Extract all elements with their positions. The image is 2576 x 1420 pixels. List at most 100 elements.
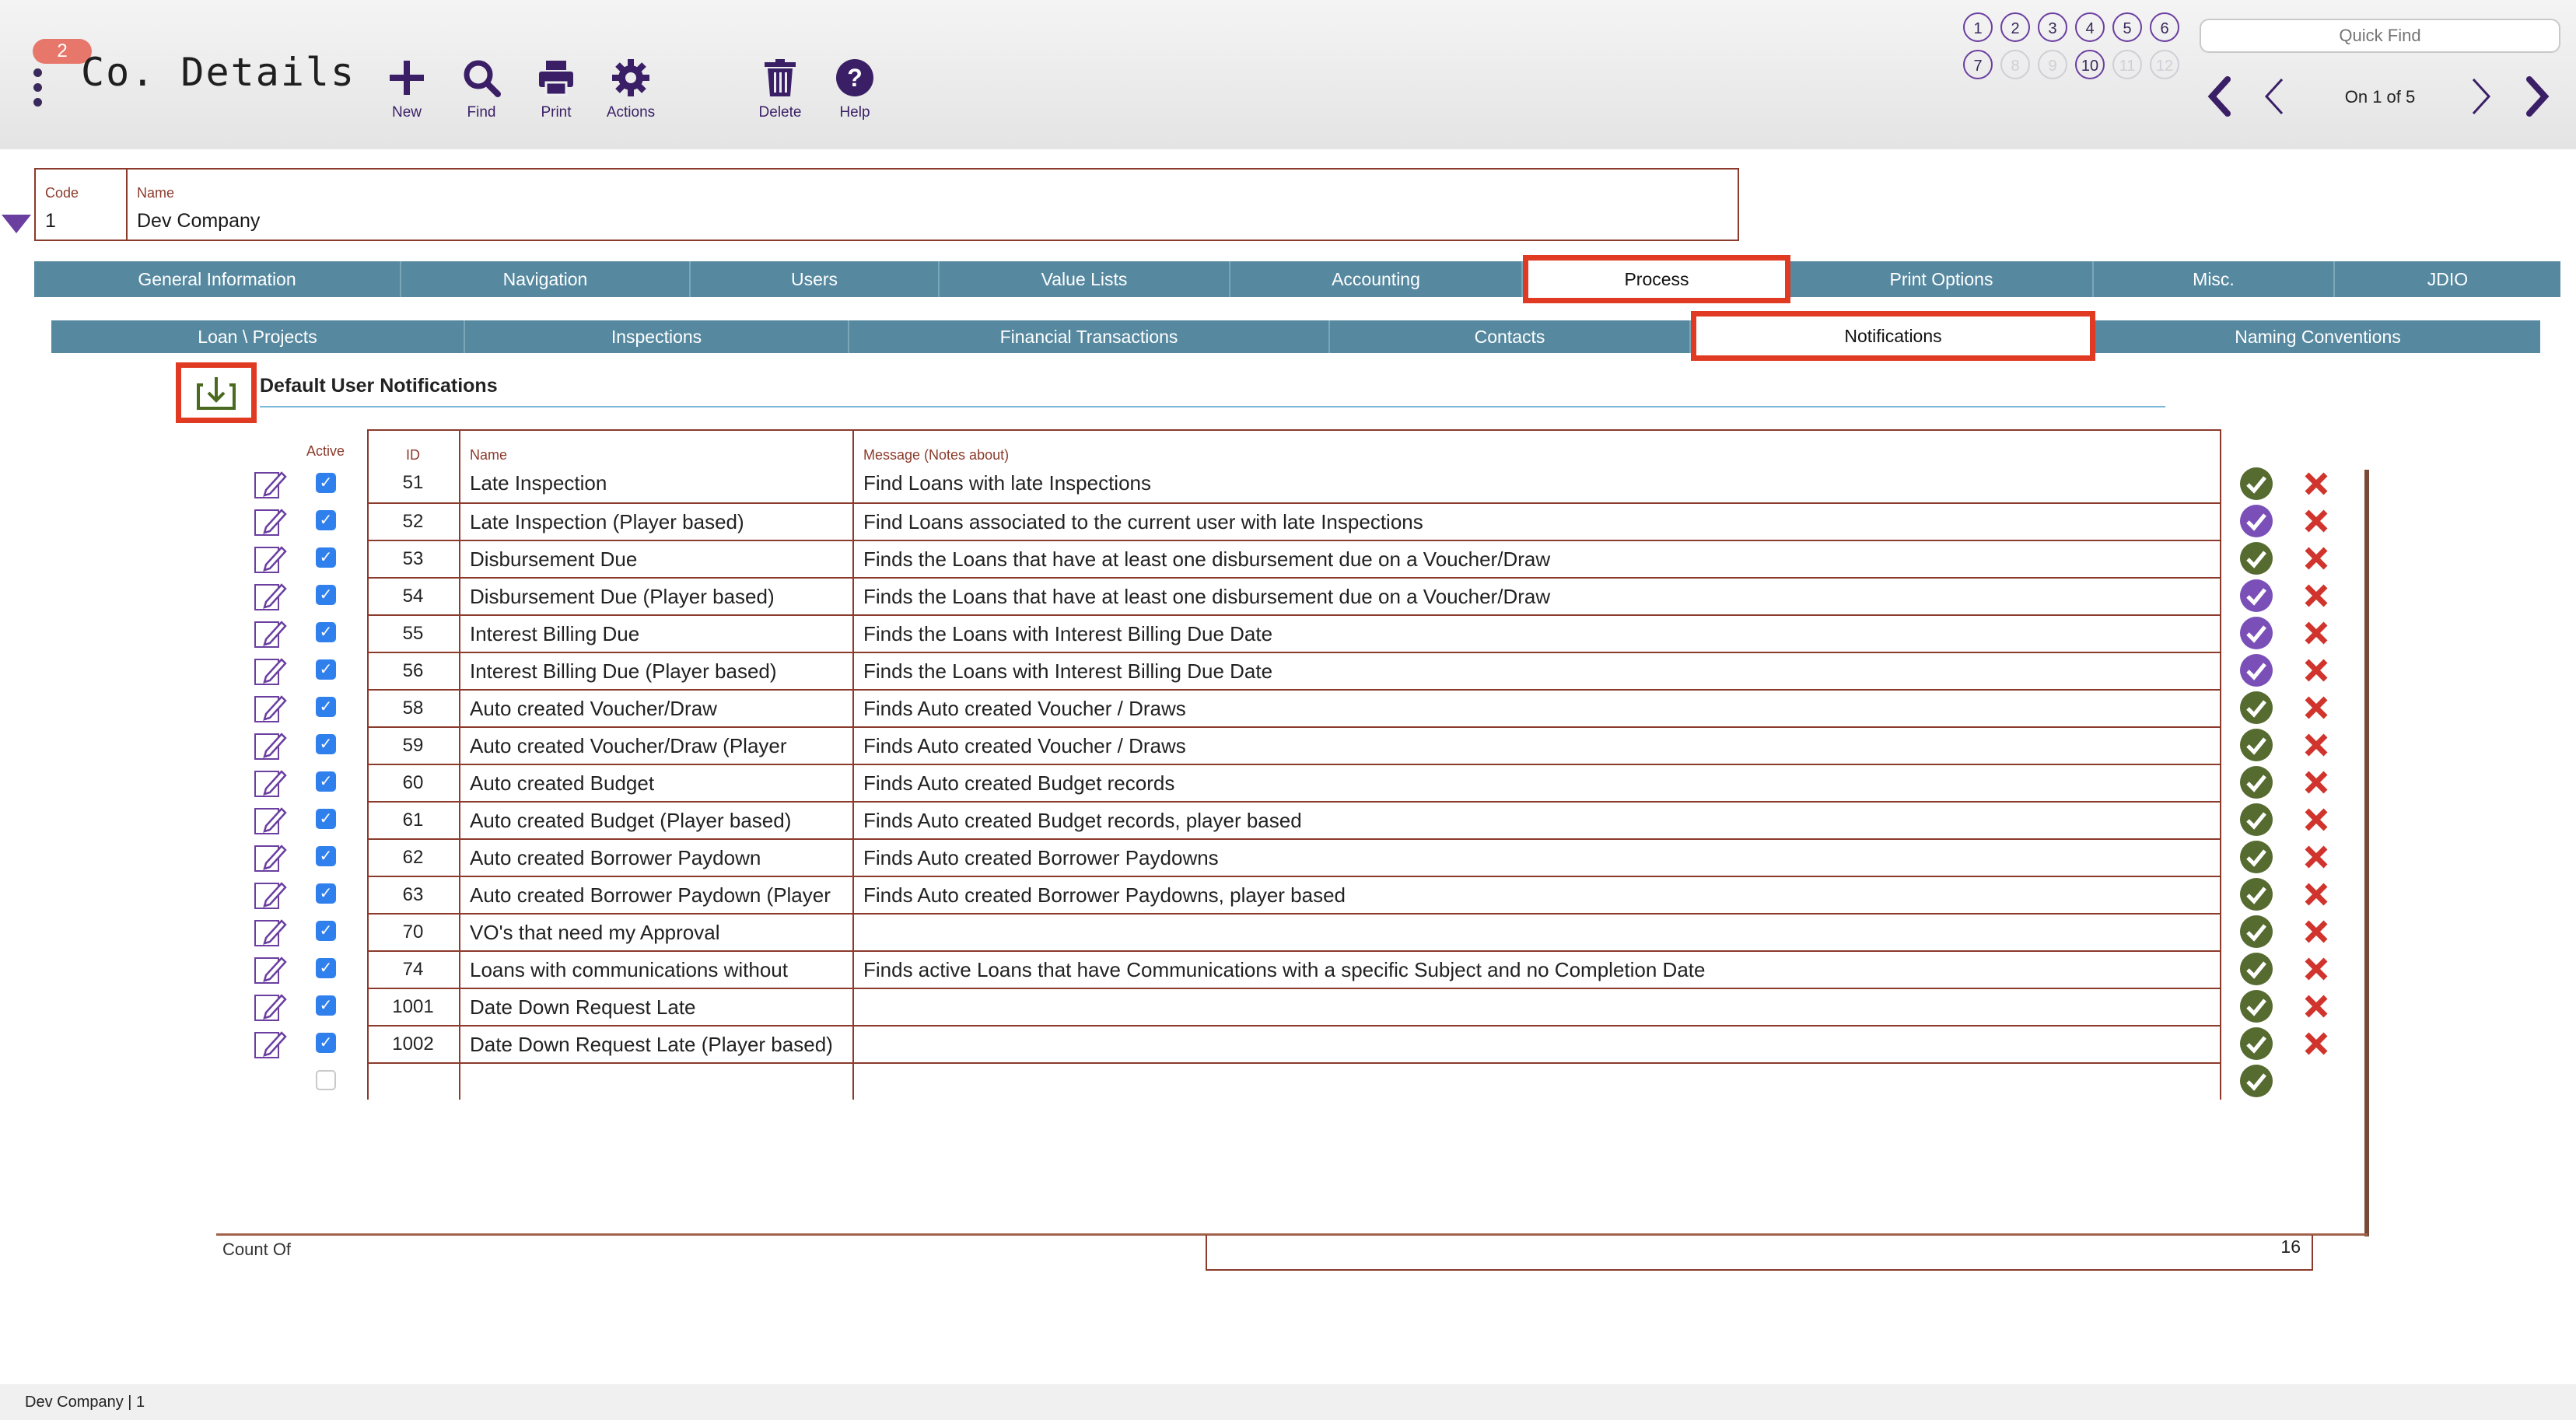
active-checkbox[interactable]: ✓ — [316, 771, 336, 792]
pencil-edit-icon[interactable] — [254, 953, 288, 986]
tab-value-lists[interactable]: Value Lists — [940, 261, 1230, 297]
export-button[interactable] — [176, 362, 257, 423]
x-delete-icon[interactable] — [2301, 953, 2332, 985]
x-delete-icon[interactable] — [2301, 804, 2332, 835]
checkmark-circle-icon[interactable] — [2238, 690, 2274, 726]
slot-button-3[interactable]: 3 — [2038, 12, 2067, 42]
x-delete-icon[interactable] — [2301, 841, 2332, 873]
table-row[interactable]: 1002 Date Down Request Late (Player based… — [367, 1025, 2221, 1062]
table-row[interactable]: 51 Late Inspection Find Loans with late In… — [367, 465, 2221, 502]
slot-button-9[interactable]: 9 — [2038, 50, 2067, 79]
checkmark-circle-icon[interactable] — [2238, 988, 2274, 1024]
x-delete-icon[interactable] — [2301, 729, 2332, 761]
slot-button-2[interactable]: 2 — [2000, 12, 2030, 42]
checkmark-circle-icon[interactable] — [2238, 540, 2274, 576]
tab-process[interactable]: Process — [1523, 255, 1790, 303]
active-checkbox[interactable]: ✓ — [316, 809, 336, 829]
collapse-triangle-icon[interactable] — [2, 215, 31, 233]
last-record-icon[interactable] — [2523, 75, 2551, 118]
active-checkbox[interactable]: ✓ — [316, 510, 336, 530]
x-delete-icon[interactable] — [2301, 505, 2332, 537]
pencil-edit-icon[interactable] — [254, 580, 288, 613]
x-delete-icon[interactable] — [2301, 543, 2332, 574]
pencil-edit-icon[interactable] — [254, 692, 288, 725]
table-row[interactable]: 53 Disbursement Due Finds the Loans that h… — [367, 540, 2221, 577]
pencil-edit-icon[interactable] — [254, 804, 288, 837]
slot-button-6[interactable]: 6 — [2150, 12, 2179, 42]
x-delete-icon[interactable] — [2301, 767, 2332, 798]
x-delete-icon[interactable] — [2301, 879, 2332, 910]
active-checkbox[interactable] — [316, 1070, 336, 1090]
new-record-row[interactable] — [367, 1062, 2221, 1100]
pencil-edit-icon[interactable] — [254, 879, 288, 911]
more-menu-icon[interactable] — [33, 68, 44, 112]
slot-button-10[interactable]: 10 — [2075, 50, 2105, 79]
subtab-inspections[interactable]: Inspections — [465, 320, 849, 353]
checkmark-circle-icon[interactable] — [2238, 1026, 2274, 1062]
table-row[interactable]: 60 Auto created Budget Finds Auto created … — [367, 764, 2221, 801]
table-row[interactable]: 52 Late Inspection (Player based) Find Loa… — [367, 502, 2221, 540]
pencil-edit-icon[interactable] — [254, 767, 288, 799]
pencil-edit-icon[interactable] — [254, 543, 288, 575]
slot-button-11[interactable]: 11 — [2112, 50, 2142, 79]
checkmark-circle-icon[interactable] — [2238, 652, 2274, 688]
slot-button-12[interactable]: 12 — [2150, 50, 2179, 79]
slot-button-8[interactable]: 8 — [2000, 50, 2030, 79]
table-row[interactable]: 62 Auto created Borrower Paydown Finds Aut… — [367, 838, 2221, 876]
pencil-edit-icon[interactable] — [254, 841, 288, 874]
new-button[interactable]: New — [372, 58, 442, 121]
checkmark-circle-icon[interactable] — [2238, 615, 2274, 651]
active-checkbox[interactable]: ✓ — [316, 1033, 336, 1053]
active-checkbox[interactable]: ✓ — [316, 473, 336, 493]
code-field[interactable]: Code 1 — [34, 168, 128, 241]
x-delete-icon[interactable] — [2301, 617, 2332, 649]
pencil-edit-icon[interactable] — [254, 729, 288, 762]
pencil-edit-icon[interactable] — [254, 655, 288, 687]
x-delete-icon[interactable] — [2301, 991, 2332, 1022]
subtab-notifications[interactable]: Notifications — [1691, 311, 2095, 361]
tab-general-information[interactable]: General Information — [34, 261, 401, 297]
active-checkbox[interactable]: ✓ — [316, 883, 336, 904]
table-row[interactable]: 54 Disbursement Due (Player based) Finds t… — [367, 577, 2221, 614]
active-checkbox[interactable]: ✓ — [316, 547, 336, 568]
slot-button-7[interactable]: 7 — [1963, 50, 1993, 79]
x-delete-icon[interactable] — [2301, 692, 2332, 723]
active-checkbox[interactable]: ✓ — [316, 995, 336, 1016]
slot-button-1[interactable]: 1 — [1963, 12, 1993, 42]
tab-jdio[interactable]: JDIO — [2335, 261, 2560, 297]
checkmark-circle-icon[interactable] — [2238, 764, 2274, 800]
checkmark-circle-icon[interactable] — [2238, 951, 2274, 987]
pencil-edit-icon[interactable] — [254, 617, 288, 650]
find-button[interactable]: Find — [446, 58, 516, 121]
table-row[interactable]: 55 Interest Billing Due Finds the Loans wi… — [367, 614, 2221, 652]
subtab-financial-transactions[interactable]: Financial Transactions — [849, 320, 1330, 353]
table-row[interactable]: 63 Auto created Borrower Paydown (Player F… — [367, 876, 2221, 913]
table-row[interactable]: 61 Auto created Budget (Player based) Find… — [367, 801, 2221, 838]
checkmark-circle-icon[interactable] — [2238, 914, 2274, 950]
x-delete-icon[interactable] — [2301, 580, 2332, 611]
active-checkbox[interactable]: ✓ — [316, 659, 336, 680]
actions-button[interactable]: Actions — [596, 58, 666, 121]
checkmark-circle-icon[interactable] — [2238, 466, 2274, 502]
x-delete-icon[interactable] — [2301, 468, 2332, 499]
tab-users[interactable]: Users — [691, 261, 940, 297]
tab-misc[interactable]: Misc. — [2094, 261, 2335, 297]
subtab-contacts[interactable]: Contacts — [1330, 320, 1691, 353]
checkmark-circle-icon[interactable] — [2238, 1063, 2274, 1099]
slot-button-4[interactable]: 4 — [2075, 12, 2105, 42]
active-checkbox[interactable]: ✓ — [316, 958, 336, 978]
tab-print-options[interactable]: Print Options — [1790, 261, 2094, 297]
table-row[interactable]: 70 VO's that need my Approval — [367, 913, 2221, 950]
help-button[interactable]: ? Help — [820, 58, 890, 121]
checkmark-circle-icon[interactable] — [2238, 578, 2274, 614]
table-row[interactable]: 58 Auto created Voucher/Draw Finds Auto cr… — [367, 689, 2221, 726]
active-checkbox[interactable]: ✓ — [316, 697, 336, 717]
subtab-loan-projects[interactable]: Loan \ Projects — [51, 320, 465, 353]
checkmark-circle-icon[interactable] — [2238, 802, 2274, 838]
checkmark-circle-icon[interactable] — [2238, 727, 2274, 763]
active-checkbox[interactable]: ✓ — [316, 921, 336, 941]
checkmark-circle-icon[interactable] — [2238, 839, 2274, 875]
slot-button-5[interactable]: 5 — [2112, 12, 2142, 42]
pencil-edit-icon[interactable] — [254, 468, 288, 501]
next-record-icon[interactable] — [2467, 75, 2495, 118]
